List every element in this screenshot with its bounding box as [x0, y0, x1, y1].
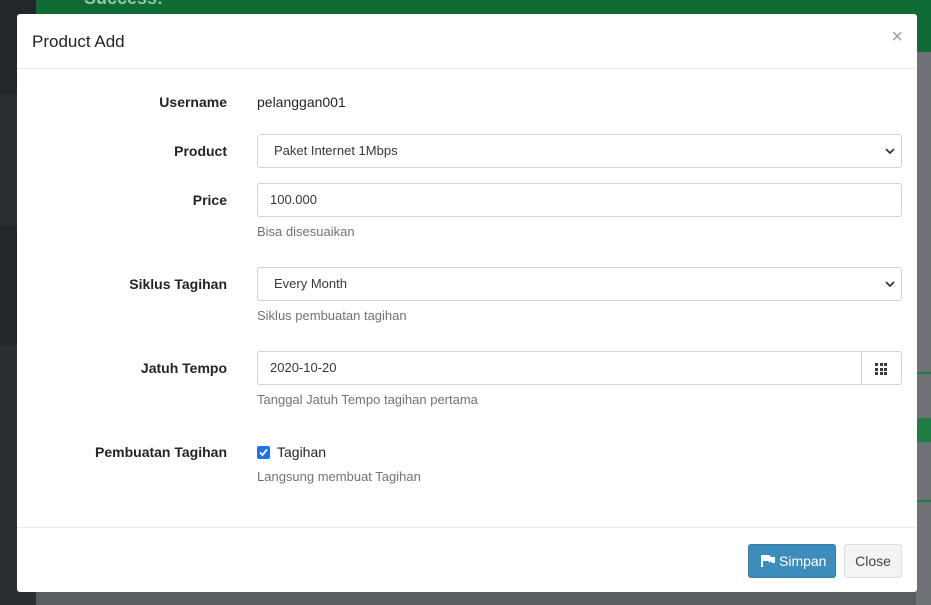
invoice-checkbox[interactable]: [257, 446, 270, 459]
product-add-modal: Product Add × Username pelanggan001 Prod…: [17, 14, 917, 592]
chevron-down-icon: [885, 281, 895, 288]
save-button-label: Simpan: [779, 553, 827, 569]
success-alert-text: Success!: [84, 0, 163, 8]
check-icon: [259, 448, 268, 457]
save-arrow-icon: [761, 555, 775, 567]
modal-title: Product Add: [32, 32, 125, 51]
price-help-text: Bisa disesuaikan: [257, 224, 355, 239]
price-input[interactable]: 100.000: [257, 183, 902, 217]
due-date-help-text: Tanggal Jatuh Tempo tagihan pertama: [257, 392, 478, 407]
save-button[interactable]: Simpan: [748, 544, 836, 578]
product-select[interactable]: Paket Internet 1Mbps: [257, 134, 902, 168]
billing-cycle-select[interactable]: Every Month: [257, 267, 902, 301]
price-input-value: 100.000: [270, 192, 317, 207]
modal-header: Product Add ×: [17, 14, 917, 69]
billing-cycle-label: Siklus Tagihan: [129, 276, 227, 292]
due-date-group: 2020-10-20: [257, 351, 902, 385]
invoice-checkbox-label[interactable]: Tagihan: [277, 444, 326, 460]
background-panel: [916, 52, 931, 605]
calendar-button[interactable]: [861, 351, 902, 385]
billing-cycle-help-text: Siklus pembuatan tagihan: [257, 308, 407, 323]
price-label: Price: [192, 192, 227, 208]
product-select-value: Paket Internet 1Mbps: [274, 143, 398, 158]
close-button[interactable]: Close: [844, 544, 902, 578]
username-value: pelanggan001: [257, 94, 346, 110]
product-label: Product: [174, 143, 227, 159]
invoice-creation-label: Pembuatan Tagihan: [95, 444, 227, 460]
calendar-grid-icon: [875, 363, 888, 375]
due-date-label: Jatuh Tempo: [140, 360, 227, 376]
modal-footer: Simpan Close: [17, 527, 917, 592]
due-date-input-value: 2020-10-20: [270, 360, 337, 375]
username-label: Username: [159, 94, 227, 110]
invoice-creation-help-text: Langsung membuat Tagihan: [257, 469, 421, 484]
billing-cycle-select-value: Every Month: [274, 276, 347, 291]
chevron-down-icon: [885, 148, 895, 155]
due-date-input[interactable]: 2020-10-20: [257, 351, 862, 385]
close-icon[interactable]: ×: [891, 26, 903, 49]
